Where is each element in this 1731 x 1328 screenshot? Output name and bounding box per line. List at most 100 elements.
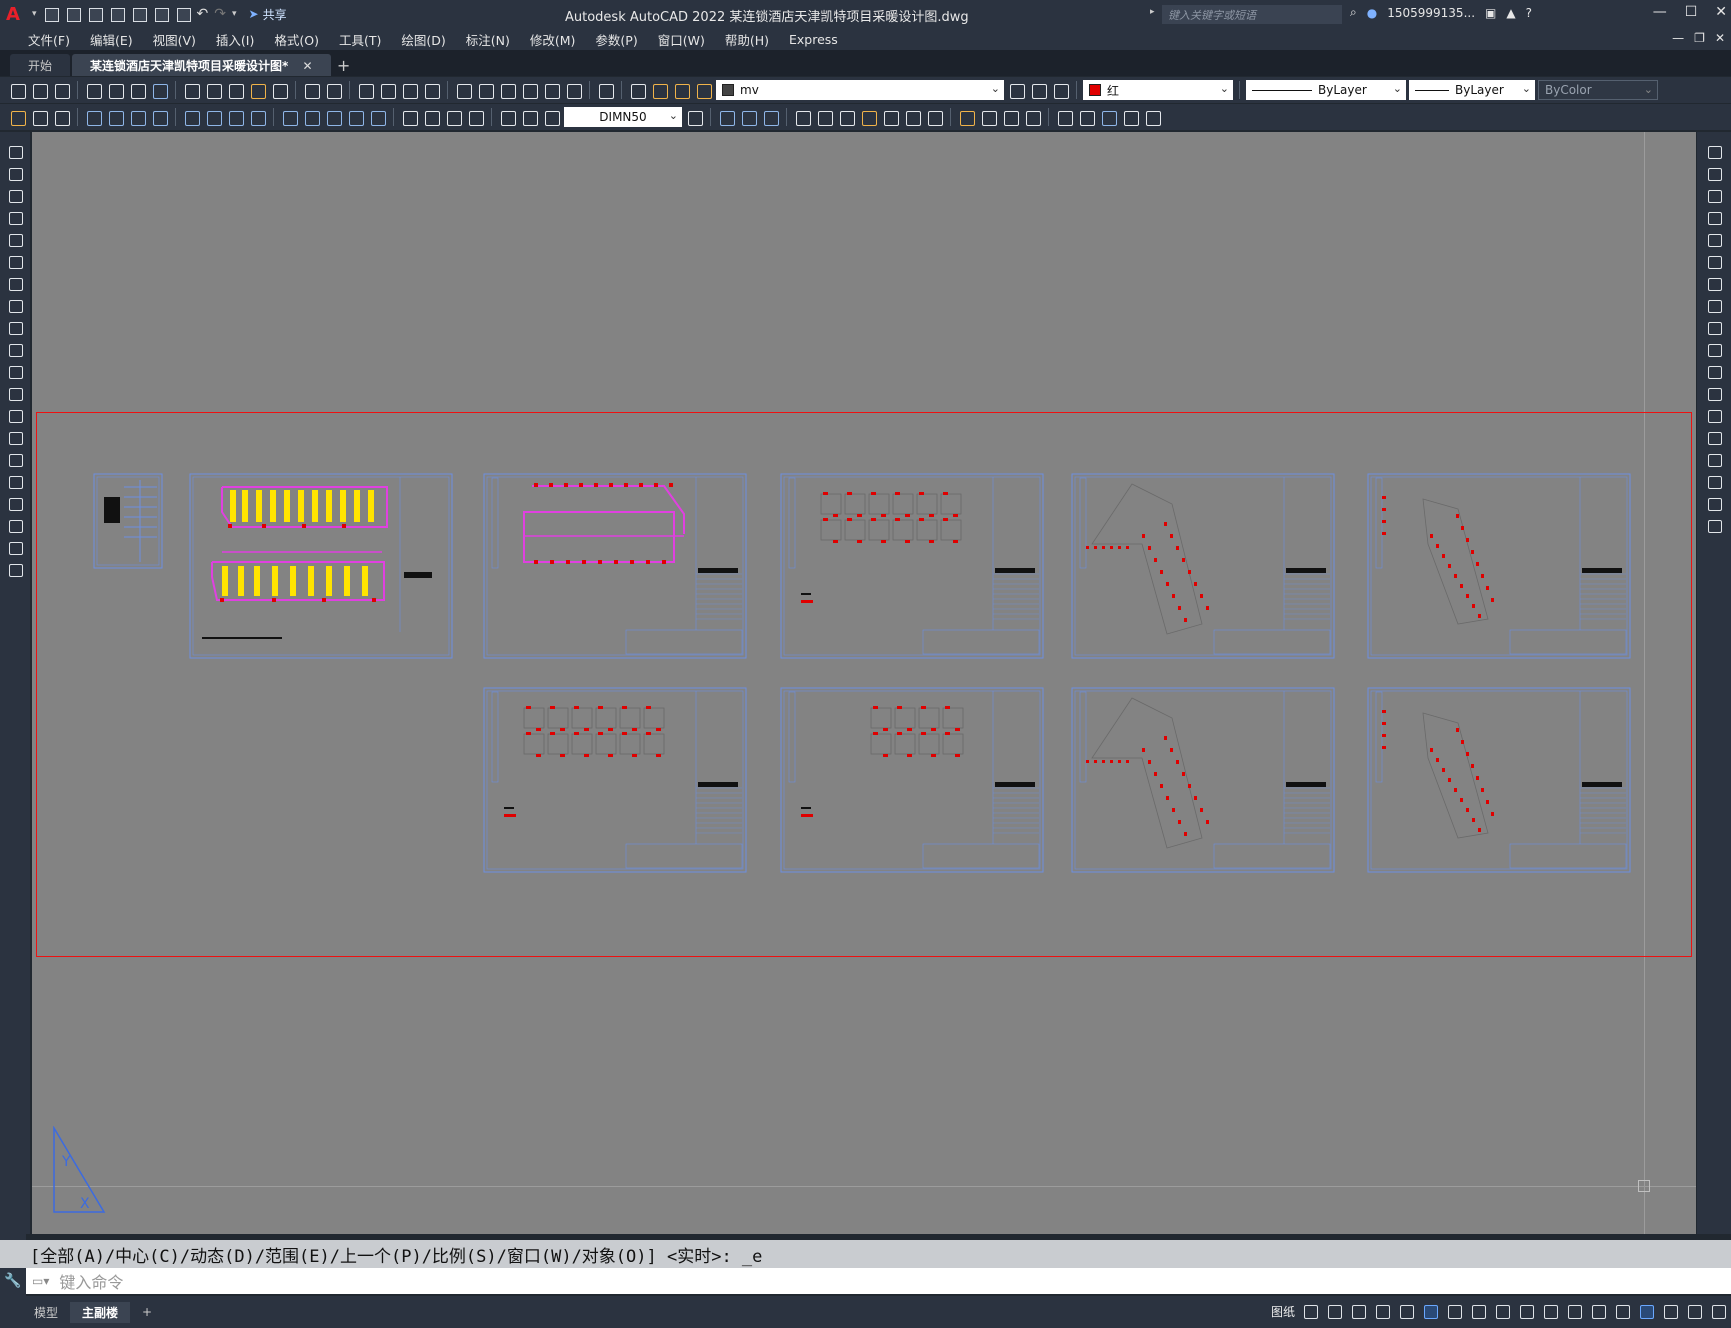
inspect-icon[interactable]	[444, 108, 463, 127]
spline-icon[interactable]	[6, 318, 24, 337]
workspace-gear-icon[interactable]	[1565, 1302, 1583, 1320]
customize-chevron-icon[interactable]: ▾	[232, 9, 237, 19]
layer-on-icon[interactable]	[650, 81, 669, 100]
dim-angular-icon[interactable]	[248, 108, 267, 127]
lineweight-icon[interactable]	[1445, 1302, 1463, 1320]
block-editor-icon[interactable]	[270, 81, 289, 100]
drawing-sheet[interactable]	[1071, 473, 1335, 659]
units-icon[interactable]	[1613, 1302, 1631, 1320]
drawing-sheet[interactable]	[1367, 473, 1631, 659]
circle-icon[interactable]	[6, 274, 24, 293]
open-icon[interactable]	[65, 7, 81, 22]
center-mark-icon[interactable]	[422, 108, 441, 127]
array-icon[interactable]	[1705, 230, 1723, 249]
undo-icon[interactable]	[302, 81, 321, 100]
zoom-previous-icon[interactable]	[422, 81, 441, 100]
customize-wrench-icon[interactable]: 🔧	[4, 1273, 21, 1289]
make-block-icon[interactable]	[6, 406, 24, 425]
scale-icon[interactable]	[1705, 296, 1723, 315]
quick-dim-icon[interactable]	[280, 108, 299, 127]
plotstyle-dropdown[interactable]: ByColor ⌄	[1538, 80, 1658, 100]
menu-item[interactable]: Express	[779, 32, 848, 47]
tab-close-icon[interactable]: ✕	[302, 59, 312, 73]
polyline-icon[interactable]	[6, 186, 24, 205]
chamfer-icon[interactable]	[1705, 450, 1723, 469]
layer-tool-19-icon[interactable]	[1143, 108, 1162, 127]
cut-icon[interactable]	[182, 81, 201, 100]
selection-cycling-icon[interactable]	[1493, 1302, 1511, 1320]
sheet-index[interactable]	[93, 473, 163, 569]
menu-item[interactable]: 绘图(D)	[391, 30, 455, 49]
layer-tool-14-icon[interactable]	[1023, 108, 1042, 127]
layer-tool-5-icon[interactable]	[815, 108, 834, 127]
add-selected-icon[interactable]	[6, 560, 24, 579]
table-icon[interactable]	[6, 516, 24, 535]
drawing-canvas[interactable]: Y X	[32, 132, 1696, 1234]
search-input[interactable]: 键入关键字或短语	[1162, 5, 1342, 24]
autocad-logo-icon[interactable]: A	[6, 4, 26, 25]
layer-unlock-icon[interactable]	[694, 81, 713, 100]
menu-item[interactable]: 编辑(E)	[80, 30, 143, 49]
dim-break-icon[interactable]	[368, 108, 387, 127]
properties-icon[interactable]	[454, 81, 473, 100]
insert-block-icon[interactable]	[6, 384, 24, 403]
move-icon[interactable]	[1705, 252, 1723, 271]
undo-icon[interactable]: ↶	[197, 6, 209, 22]
tab-document[interactable]: 某连锁酒店天津凯特项目采暖设计图* ✕	[72, 54, 331, 76]
isolate-objects-icon[interactable]	[1637, 1302, 1655, 1320]
share-button[interactable]: ➤ 共享	[249, 6, 287, 23]
hardware-acceleration-icon[interactable]	[1661, 1302, 1679, 1320]
dim-diameter-icon[interactable]	[226, 108, 245, 127]
redo-icon[interactable]	[324, 81, 343, 100]
paper-space-toggle[interactable]: 图纸	[1271, 1303, 1295, 1320]
save-web-icon[interactable]	[153, 7, 169, 22]
drawing-sheet[interactable]	[483, 473, 747, 659]
stretch-icon[interactable]	[1705, 318, 1723, 337]
layer-dropdown[interactable]: mv ⌄	[716, 80, 1004, 100]
layer-tool-13-icon[interactable]	[1001, 108, 1020, 127]
arc-icon[interactable]	[6, 252, 24, 271]
break-icon[interactable]	[1705, 406, 1723, 425]
hatch-icon[interactable]	[6, 450, 24, 469]
layer-tool-8-icon[interactable]	[881, 108, 900, 127]
dim-edit-icon[interactable]	[498, 108, 517, 127]
layer-previous-icon[interactable]	[1029, 81, 1048, 100]
object-snap-icon[interactable]	[1421, 1302, 1439, 1320]
plot-preview-icon[interactable]	[106, 81, 125, 100]
layer-tool-6-icon[interactable]	[837, 108, 856, 127]
dimstyle-dropdown[interactable]: DIMN50 ⌄	[564, 107, 682, 127]
help-icon[interactable]	[596, 81, 615, 100]
blend-curves-icon[interactable]	[1705, 494, 1723, 513]
markup-icon[interactable]	[542, 81, 561, 100]
drawing-sheet[interactable]	[1367, 687, 1631, 873]
layer-tool-2-icon[interactable]	[739, 108, 758, 127]
menu-item[interactable]: 工具(T)	[329, 30, 391, 49]
isodraft-icon[interactable]	[1397, 1302, 1415, 1320]
dim-continue-icon[interactable]	[324, 108, 343, 127]
revision-cloud-icon[interactable]	[6, 296, 24, 315]
open-web-icon[interactable]	[131, 7, 147, 22]
trim-icon[interactable]	[1705, 340, 1723, 359]
jogged-linear-icon[interactable]	[466, 108, 485, 127]
menu-item[interactable]: 视图(V)	[143, 30, 206, 49]
dimstyle-manager-icon[interactable]	[685, 108, 704, 127]
transparency-icon[interactable]	[1469, 1302, 1487, 1320]
search-icon[interactable]: ⌕	[1350, 5, 1357, 20]
menu-item[interactable]: 标注(N)	[456, 30, 520, 49]
new-icon[interactable]	[43, 7, 59, 22]
ortho-icon[interactable]	[1325, 1302, 1343, 1320]
menu-item[interactable]: 窗口(W)	[648, 30, 715, 49]
make-current-layer-icon[interactable]	[1007, 81, 1026, 100]
dim-linear-2-icon[interactable]	[84, 108, 103, 127]
copy-icon[interactable]	[1705, 164, 1723, 183]
drawing-sheet[interactable]	[780, 473, 1044, 659]
layer-tool-18-icon[interactable]	[1121, 108, 1140, 127]
sheet-system-diagram[interactable]	[189, 473, 453, 659]
design-center-icon[interactable]	[476, 81, 495, 100]
dim-aligned-icon[interactable]	[52, 108, 71, 127]
lineweight-dropdown[interactable]: ByLayer ⌄	[1409, 80, 1535, 100]
dim-radius-icon[interactable]	[182, 108, 201, 127]
plot-icon[interactable]	[84, 81, 103, 100]
snap-icon[interactable]	[1301, 1302, 1319, 1320]
command-prompt-icon[interactable]: ▭▾	[32, 1274, 49, 1288]
